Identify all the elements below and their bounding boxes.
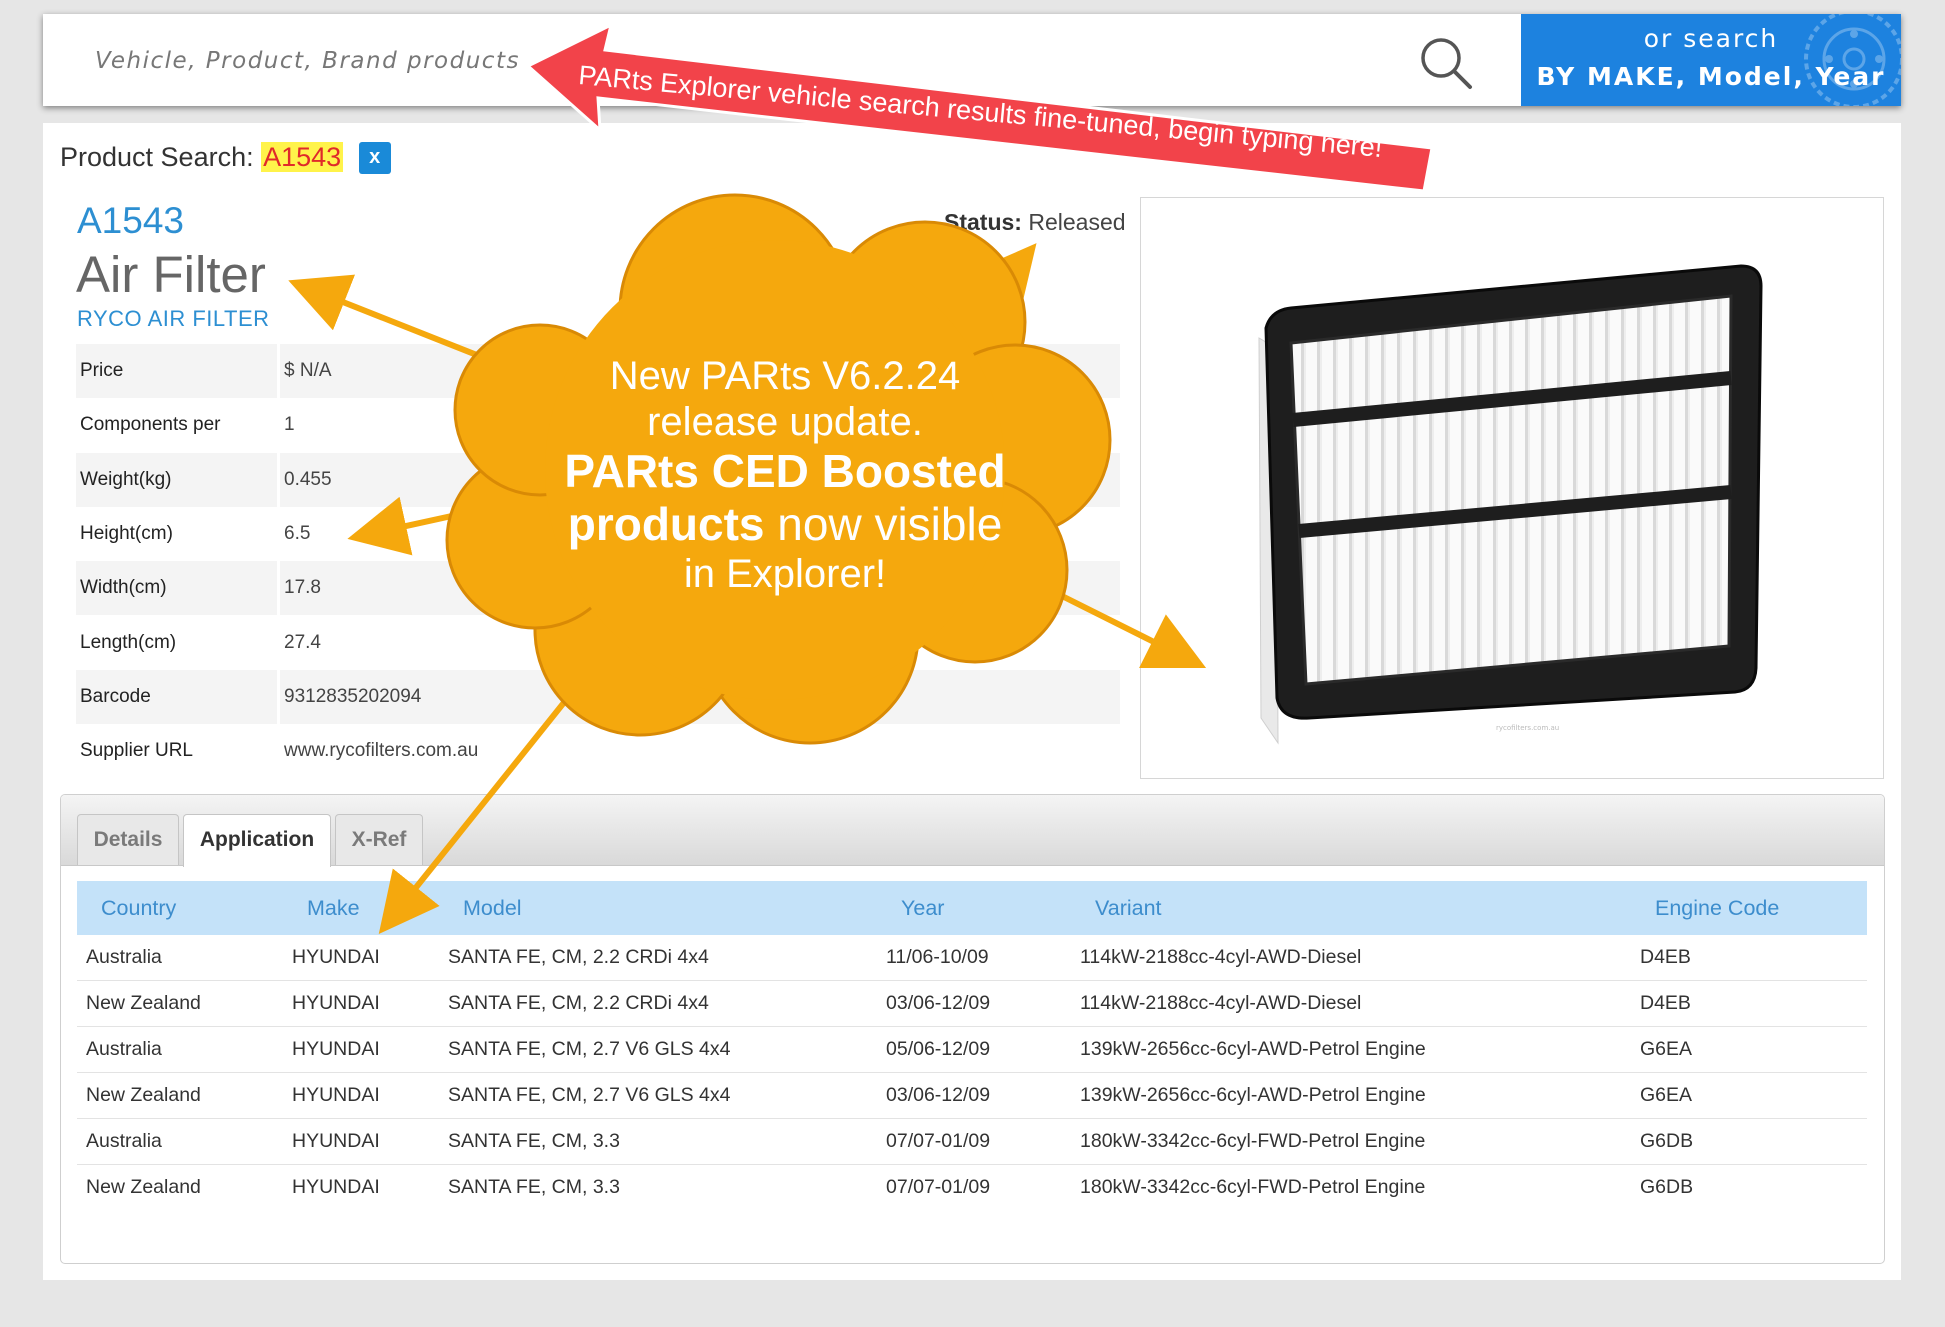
table-row: New Zealand HYUNDAI SANTA FE, CM, 2.7 V6… bbox=[77, 1072, 1867, 1119]
cell-make: HYUNDAI bbox=[283, 1072, 439, 1119]
cell-country: New Zealand bbox=[86, 1176, 201, 1198]
column-header-model[interactable]: Model bbox=[439, 881, 877, 935]
table-row: Australia HYUNDAI SANTA FE, CM, 3.3 07/0… bbox=[77, 1118, 1867, 1165]
cell-engine-code: D4EB bbox=[1631, 935, 1867, 981]
cell-make: HYUNDAI bbox=[283, 935, 439, 981]
product-search-heading: Product Search: A1543 x bbox=[60, 142, 391, 174]
air-filter-image: rycofilters.com.au bbox=[1258, 264, 1763, 745]
spec-key: Weight(kg) bbox=[76, 452, 279, 507]
spec-key: Height(cm) bbox=[76, 506, 279, 562]
product-search-label: Product Search: bbox=[60, 142, 254, 172]
product-title: Air Filter bbox=[76, 246, 266, 303]
search-term-highlight: A1543 bbox=[261, 142, 344, 172]
cell-make: HYUNDAI bbox=[283, 1118, 439, 1165]
spec-row: Components per 1 bbox=[76, 398, 1120, 453]
spec-key: Price bbox=[76, 344, 279, 399]
spec-value: 17.8 bbox=[277, 561, 1120, 616]
spec-table: Price $ N/A Components per 1 Weight(kg) 0.4… bbox=[76, 344, 1120, 779]
cell-country: Australia bbox=[77, 1118, 283, 1165]
cell-variant: 139kW-2656cc-6cyl-AWD-Petrol Engine bbox=[1071, 1026, 1631, 1073]
spec-row: Barcode 9312835202094 bbox=[76, 669, 1120, 725]
spec-row: Height(cm) 6.5 bbox=[76, 506, 1120, 562]
tab-xref[interactable]: X-Ref bbox=[335, 814, 423, 865]
spec-value: $ N/A bbox=[277, 344, 1120, 399]
search-bar: or search BY MAKE, Model, Year bbox=[43, 14, 1901, 106]
status-label: Status: bbox=[944, 209, 1022, 235]
spec-row: Supplier URL www.rycofilters.com.au bbox=[76, 724, 1120, 779]
cell-make: HYUNDAI bbox=[283, 1026, 439, 1073]
spec-value: 9312835202094 bbox=[277, 669, 1120, 725]
tab-application[interactable]: Application bbox=[183, 814, 331, 867]
search-by-make-button[interactable]: or search BY MAKE, Model, Year bbox=[1521, 14, 1901, 106]
spec-value: 6.5 bbox=[277, 506, 1120, 562]
spec-row: Price $ N/A bbox=[76, 344, 1120, 399]
cell-year: 11/06-10/09 bbox=[877, 935, 1071, 981]
cell-make: HYUNDAI bbox=[283, 980, 439, 1027]
cell-model: SANTA FE, CM, 2.2 CRDi 4x4 bbox=[439, 980, 877, 1027]
search-input[interactable] bbox=[93, 40, 697, 82]
column-header-country[interactable]: Country bbox=[77, 881, 283, 935]
spec-key: Components per bbox=[76, 398, 279, 453]
tabs-header: Details Application X-Ref bbox=[61, 795, 1884, 867]
spec-value: 1 bbox=[277, 398, 1120, 453]
cell-year: 07/07-01/09 bbox=[877, 1118, 1071, 1165]
column-header-variant[interactable]: Variant bbox=[1071, 881, 1631, 935]
application-table: Country Make Model Year Variant Engine C… bbox=[77, 881, 1867, 1210]
cell-model: SANTA FE, CM, 3.3 bbox=[448, 1176, 620, 1198]
part-number: A1543 bbox=[77, 200, 184, 241]
status-line: Status: Released bbox=[944, 209, 1126, 236]
spec-row: Weight(kg) 0.455 bbox=[76, 452, 1120, 507]
cell-model: SANTA FE, CM, 2.2 CRDi 4x4 bbox=[439, 935, 877, 981]
cell-engine-code: G6DB bbox=[1640, 1176, 1694, 1198]
cell-country: Australia bbox=[77, 935, 283, 981]
cell-engine-code: G6EA bbox=[1631, 1026, 1867, 1073]
table-row: Australia HYUNDAI SANTA FE, CM, 2.7 V6 G… bbox=[77, 1026, 1867, 1073]
cell-year: 05/06-12/09 bbox=[877, 1026, 1071, 1073]
status-value: Released bbox=[1028, 209, 1126, 235]
tabs-panel: Details Application X-Ref Country Make M… bbox=[60, 794, 1885, 1264]
column-header-engine-code[interactable]: Engine Code bbox=[1631, 881, 1867, 935]
spec-value: 27.4 bbox=[277, 615, 1120, 670]
spec-value[interactable]: www.rycofilters.com.au bbox=[277, 724, 1120, 779]
cell-variant: 114kW-2188cc-4cyl-AWD-Diesel bbox=[1071, 980, 1631, 1027]
table-row: Australia HYUNDAI SANTA FE, CM, 2.2 CRDi… bbox=[77, 935, 1867, 981]
cell-variant: 180kW-3342cc-6cyl-FWD-Petrol Engine bbox=[1080, 1176, 1426, 1198]
spec-row: Length(cm) 27.4 bbox=[76, 615, 1120, 670]
make-button-line1: or search bbox=[1643, 24, 1779, 53]
spec-key: Length(cm) bbox=[76, 615, 279, 670]
cell-country: New Zealand bbox=[77, 1072, 283, 1119]
make-button-line2: BY MAKE, Model, Year bbox=[1536, 62, 1886, 91]
cell-country: Australia bbox=[77, 1026, 283, 1073]
spec-key: Barcode bbox=[76, 669, 279, 725]
spec-key: Width(cm) bbox=[76, 561, 279, 616]
column-header-year[interactable]: Year bbox=[877, 881, 1071, 935]
column-header-make[interactable]: Make bbox=[283, 881, 439, 935]
cell-country: New Zealand bbox=[77, 980, 283, 1027]
tab-details[interactable]: Details bbox=[77, 814, 179, 865]
spec-key: Supplier URL bbox=[76, 724, 279, 779]
cell-engine-code: G6DB bbox=[1631, 1118, 1867, 1165]
search-icon[interactable] bbox=[1417, 34, 1475, 92]
spec-value: 0.455 bbox=[277, 452, 1120, 507]
cell-model: SANTA FE, CM, 2.7 V6 GLS 4x4 bbox=[439, 1026, 877, 1073]
cell-model: SANTA FE, CM, 2.7 V6 GLS 4x4 bbox=[439, 1072, 877, 1119]
table-header-row: Country Make Model Year Variant Engine C… bbox=[77, 881, 1867, 935]
cell-variant: 180kW-3342cc-6cyl-FWD-Petrol Engine bbox=[1071, 1118, 1631, 1165]
cell-model: SANTA FE, CM, 3.3 bbox=[439, 1118, 877, 1165]
cell-year: 03/06-12/09 bbox=[877, 980, 1071, 1027]
cell-year: 07/07-01/09 bbox=[886, 1176, 991, 1198]
product-image: rycofilters.com.au bbox=[1140, 197, 1884, 779]
spec-row: Width(cm) 17.8 bbox=[76, 561, 1120, 616]
cell-variant: 139kW-2656cc-6cyl-AWD-Petrol Engine bbox=[1071, 1072, 1631, 1119]
cell-engine-code: D4EB bbox=[1631, 980, 1867, 1027]
cell-variant: 114kW-2188cc-4cyl-AWD-Diesel bbox=[1071, 935, 1631, 981]
cell-engine-code: G6EA bbox=[1631, 1072, 1867, 1119]
cell-year: 03/06-12/09 bbox=[877, 1072, 1071, 1119]
table-row: New Zealand HYUNDAI SANTA FE, CM, 2.2 CR… bbox=[77, 980, 1867, 1027]
cell-make: HYUNDAI bbox=[292, 1176, 380, 1198]
clear-search-button[interactable]: x bbox=[358, 142, 391, 174]
brand-link[interactable]: RYCO AIR FILTER bbox=[77, 306, 270, 332]
image-caption: rycofilters.com.au bbox=[1496, 724, 1559, 732]
table-row: New Zealand HYUNDAI SANTA FE, CM, 3.3 07… bbox=[77, 1165, 1867, 1211]
